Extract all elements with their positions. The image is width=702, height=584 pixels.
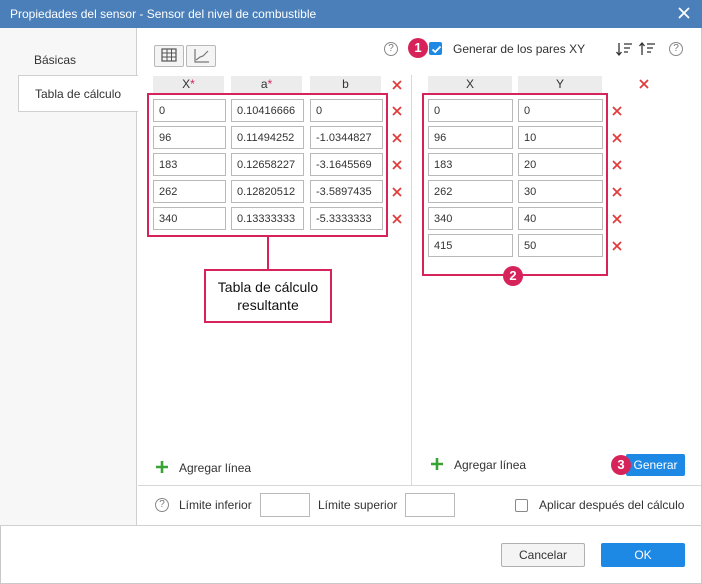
generate-xy-checkbox[interactable] xyxy=(429,42,442,55)
title-bar: Propiedades del sensor - Sensor del nive… xyxy=(0,0,702,28)
column-header-x: X* xyxy=(153,76,224,93)
delete-row-icon[interactable] xyxy=(611,105,623,117)
apply-after-label: Aplicar después del cálculo xyxy=(539,498,685,512)
resulting-table-callout: Tabla de cálculo resultante xyxy=(204,269,332,323)
window-title: Propiedades del sensor - Sensor del nive… xyxy=(10,7,317,21)
delete-all-icon[interactable] xyxy=(638,78,650,90)
tab-basicas[interactable]: Básicas xyxy=(18,42,138,79)
generate-xy-label: Generar de los pares XY xyxy=(453,42,586,56)
lower-limit-label: Límite inferior xyxy=(179,498,252,512)
section-divider xyxy=(138,485,701,486)
table-view-button[interactable] xyxy=(154,45,184,67)
help-icon-limits[interactable]: ? xyxy=(155,498,169,512)
footer-divider xyxy=(0,525,702,526)
delete-row-icon[interactable] xyxy=(391,159,403,171)
delete-row-icon[interactable] xyxy=(391,132,403,144)
ok-button[interactable]: OK xyxy=(601,543,685,567)
sort-descending-icon[interactable] xyxy=(638,41,656,60)
add-icon[interactable] xyxy=(155,460,169,474)
add-line-link[interactable]: Agregar línea xyxy=(454,458,526,472)
marker-1: 1 xyxy=(408,38,428,58)
delete-row-icon[interactable] xyxy=(391,105,403,117)
delete-row-icon[interactable] xyxy=(611,159,623,171)
help-icon[interactable]: ? xyxy=(384,42,398,56)
close-icon[interactable] xyxy=(676,5,692,21)
callout-connector xyxy=(267,237,269,269)
column-header-y: Y xyxy=(518,76,602,93)
resulting-table-highlight xyxy=(147,93,388,237)
delete-row-icon[interactable] xyxy=(391,186,403,198)
column-header-b: b xyxy=(310,76,381,93)
table-icon xyxy=(161,48,177,62)
generate-button[interactable]: Generar xyxy=(626,454,685,476)
add-line-link[interactable]: Agregar línea xyxy=(179,461,251,475)
lower-limit-input[interactable] xyxy=(260,493,310,517)
delete-row-icon[interactable] xyxy=(611,186,623,198)
column-header-a: a* xyxy=(231,76,302,93)
delete-row-icon[interactable] xyxy=(611,240,623,252)
help-icon-sort[interactable]: ? xyxy=(669,42,683,56)
marker-2: 2 xyxy=(503,266,523,286)
tab-strip: Básicas Tabla de cálculo xyxy=(0,28,138,525)
upper-limit-label: Límite superior xyxy=(318,498,398,512)
delete-all-icon[interactable] xyxy=(391,79,403,91)
xy-pairs-highlight xyxy=(422,93,608,276)
sort-ascending-icon[interactable] xyxy=(615,41,633,60)
apply-after-checkbox[interactable] xyxy=(515,499,528,512)
chart-icon xyxy=(194,49,209,63)
upper-limit-input[interactable] xyxy=(405,493,455,517)
delete-row-icon[interactable] xyxy=(391,213,403,225)
delete-row-icon[interactable] xyxy=(611,132,623,144)
marker-3: 3 xyxy=(611,455,631,475)
add-icon[interactable] xyxy=(430,457,444,471)
column-header-x: X xyxy=(428,76,512,93)
tab-tabla-de-calculo[interactable]: Tabla de cálculo xyxy=(18,75,138,112)
panel-divider xyxy=(411,75,412,485)
delete-row-icon[interactable] xyxy=(611,213,623,225)
chart-view-button[interactable] xyxy=(186,45,216,67)
cancel-button[interactable]: Cancelar xyxy=(501,543,585,567)
